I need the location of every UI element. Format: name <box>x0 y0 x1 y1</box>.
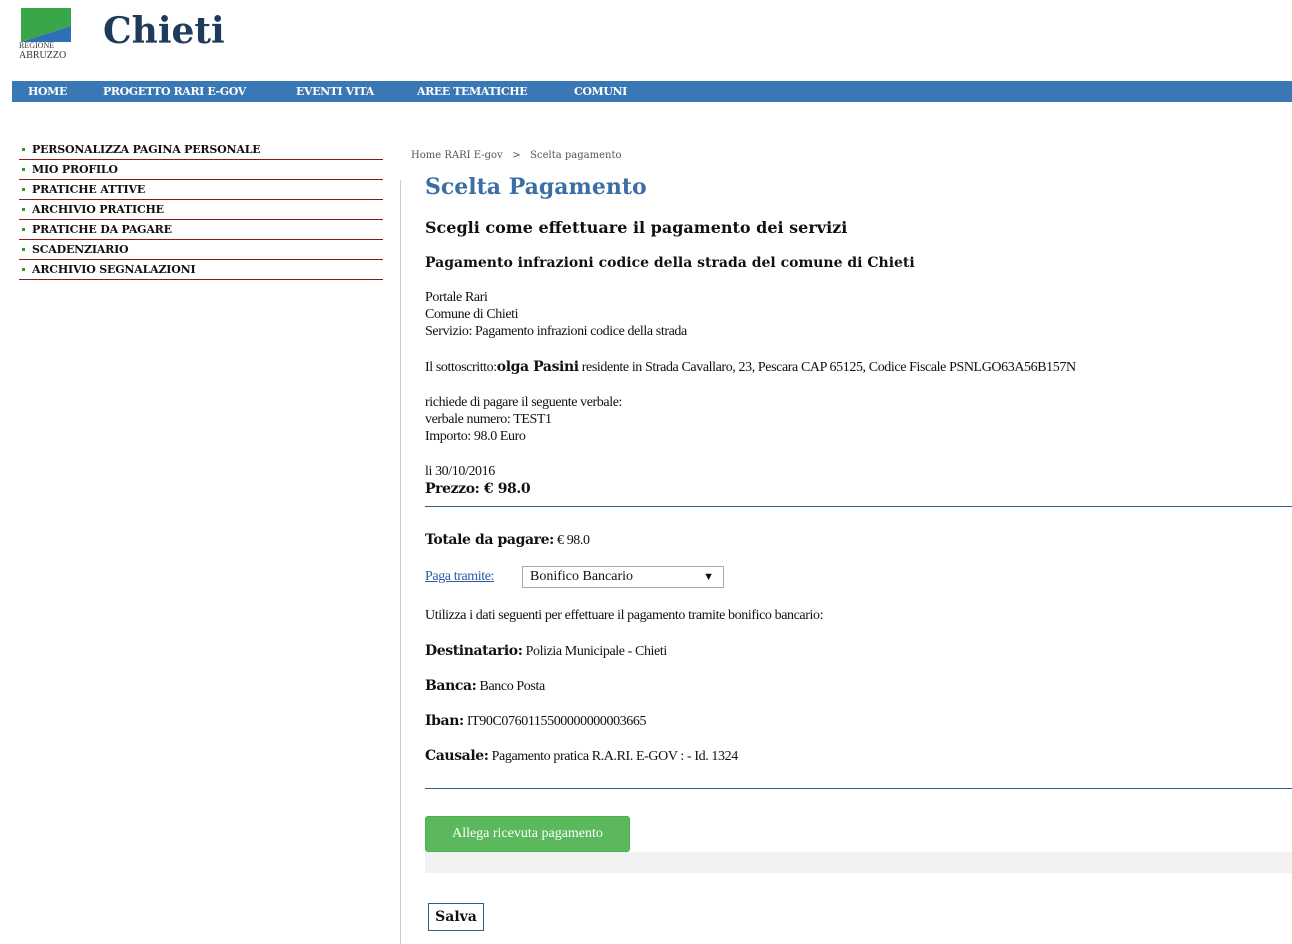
recipient-label: Destinatario: <box>425 643 523 659</box>
nav-home[interactable]: HOME <box>28 81 67 102</box>
iban-value: IT90C0760115500000000003665 <box>463 714 647 729</box>
pay-via-row: Paga tramite: <box>425 570 494 584</box>
service-title: Pagamento infrazioni codice della strada… <box>425 255 915 271</box>
price-line: Prezzo: € 98.0 <box>425 481 531 497</box>
sidebar-item-archivio-pratiche[interactable]: ARCHIVIO PRATICHE <box>19 200 383 220</box>
payment-method-select[interactable]: Bonifico Bancario ▼ <box>522 566 724 588</box>
sidebar-item-label: MIO PROFILO <box>32 163 118 176</box>
instructions: Utilizza i dati seguenti per effettuare … <box>425 608 824 623</box>
signer-name: olga Pasini <box>496 359 579 375</box>
sidebar-item-pratiche-da-pagare[interactable]: PRATICHE DA PAGARE <box>19 220 383 240</box>
sidebar-item-label: PERSONALIZZA PAGINA PERSONALE <box>32 143 261 156</box>
causale-line: Causale: Pagamento pratica R.A.RI. E-GOV… <box>425 749 738 764</box>
portal-line: Portale Rari <box>425 290 488 305</box>
bank-line: Banca: Banco Posta <box>425 679 545 694</box>
nav-eventi-vita[interactable]: EVENTI VITA <box>296 81 374 102</box>
payment-method-value: Bonifico Bancario <box>530 569 634 584</box>
bullet-icon <box>22 207 25 211</box>
sidebar-item-label: PRATICHE DA PAGARE <box>32 223 172 236</box>
recipient-line: Destinatario: Polizia Municipale - Chiet… <box>425 644 667 659</box>
iban-label: Iban: <box>425 713 464 729</box>
site-header: REGIONE ABRUZZO Chieti <box>0 0 1292 84</box>
price-label: Prezzo: € 98.0 <box>425 481 531 497</box>
total-label: Totale da pagare: <box>425 532 554 548</box>
causale-value: Pagamento pratica R.A.RI. E-GOV : - Id. … <box>488 749 739 764</box>
total-line: Totale da pagare: € 98.0 <box>425 533 590 548</box>
logo-caption: REGIONE ABRUZZO <box>19 42 66 61</box>
sidebar-item-label: SCADENZIARIO <box>32 243 129 256</box>
sidebar-item-label: ARCHIVIO PRATICHE <box>32 203 164 216</box>
sidebar-item-personalizza[interactable]: PERSONALIZZA PAGINA PERSONALE <box>19 140 383 160</box>
site-title: Chieti <box>103 10 225 52</box>
breadcrumb-home-link[interactable]: Home RARI E-gov <box>411 150 503 161</box>
bullet-icon <box>22 187 25 191</box>
main-nav: HOME PROGETTO RARI E-GOV EVENTI VITA ARE… <box>12 81 1292 102</box>
sidebar-item-archivio-segnalazioni[interactable]: ARCHIVIO SEGNALAZIONI <box>19 260 383 280</box>
attach-receipt-button[interactable]: Allega ricevuta pagamento <box>425 816 630 852</box>
section-divider <box>425 788 1292 789</box>
sidebar-item-mio-profilo[interactable]: MIO PROFILO <box>19 160 383 180</box>
bank-label: Banca: <box>425 678 477 694</box>
sidebar: PERSONALIZZA PAGINA PERSONALE MIO PROFIL… <box>19 140 383 280</box>
service-line: Servizio: Pagamento infrazioni codice de… <box>425 324 687 339</box>
iban-line: Iban: IT90C0760115500000000003665 <box>425 713 647 729</box>
upload-area[interactable] <box>425 852 1292 873</box>
sidebar-item-scadenziario[interactable]: SCADENZIARIO <box>19 240 383 260</box>
sidebar-item-label: PRATICHE ATTIVE <box>32 183 146 196</box>
save-button[interactable]: Salva <box>428 903 484 931</box>
bullet-icon <box>22 147 25 151</box>
breadcrumb: Home RARI E-gov > Scelta pagamento <box>411 150 622 161</box>
logo-line-1: REGIONE <box>19 41 55 50</box>
breadcrumb-separator: > <box>512 150 521 161</box>
causale-label: Causale: <box>425 748 489 764</box>
comune-line: Comune di Chieti <box>425 307 519 322</box>
bank-value: Banco Posta <box>476 679 546 694</box>
breadcrumb-current: Scelta pagamento <box>530 150 622 161</box>
bullet-icon <box>22 167 25 171</box>
signer-paragraph: Il sottoscritto:olga Pasini residente in… <box>425 360 1076 375</box>
request-line: richiede di pagare il seguente verbale: <box>425 395 623 410</box>
nav-aree-tematiche[interactable]: AREE TEMATICHE <box>417 81 528 102</box>
column-divider <box>400 180 401 944</box>
logo-line-2: ABRUZZO <box>19 50 67 61</box>
sidebar-item-label: ARCHIVIO SEGNALAZIONI <box>32 263 196 276</box>
verbale-line: verbale numero: TEST1 <box>425 412 552 427</box>
date-line: li 30/10/2016 <box>425 464 495 479</box>
nav-comuni[interactable]: COMUNI <box>574 81 627 102</box>
page-title: Scelta Pagamento <box>425 174 647 200</box>
bullet-icon <box>22 227 25 231</box>
section-divider <box>425 506 1292 507</box>
signer-prefix: Il sottoscritto: <box>425 360 497 375</box>
dropdown-arrow-icon: ▼ <box>703 571 714 583</box>
sidebar-item-pratiche-attive[interactable]: PRATICHE ATTIVE <box>19 180 383 200</box>
bullet-icon <box>22 267 25 271</box>
recipient-value: Polizia Municipale - Chieti <box>522 644 668 659</box>
signer-details: residente in Strada Cavallaro, 23, Pesca… <box>578 360 1076 375</box>
importo-line: Importo: 98.0 Euro <box>425 429 526 444</box>
page-subtitle: Scegli come effettuare il pagamento dei … <box>425 218 848 237</box>
total-value: € 98.0 <box>553 533 590 548</box>
bullet-icon <box>22 247 25 251</box>
pay-via-link[interactable]: Paga tramite: <box>425 569 494 584</box>
nav-progetto-rari[interactable]: PROGETTO RARI E-GOV <box>103 81 246 102</box>
